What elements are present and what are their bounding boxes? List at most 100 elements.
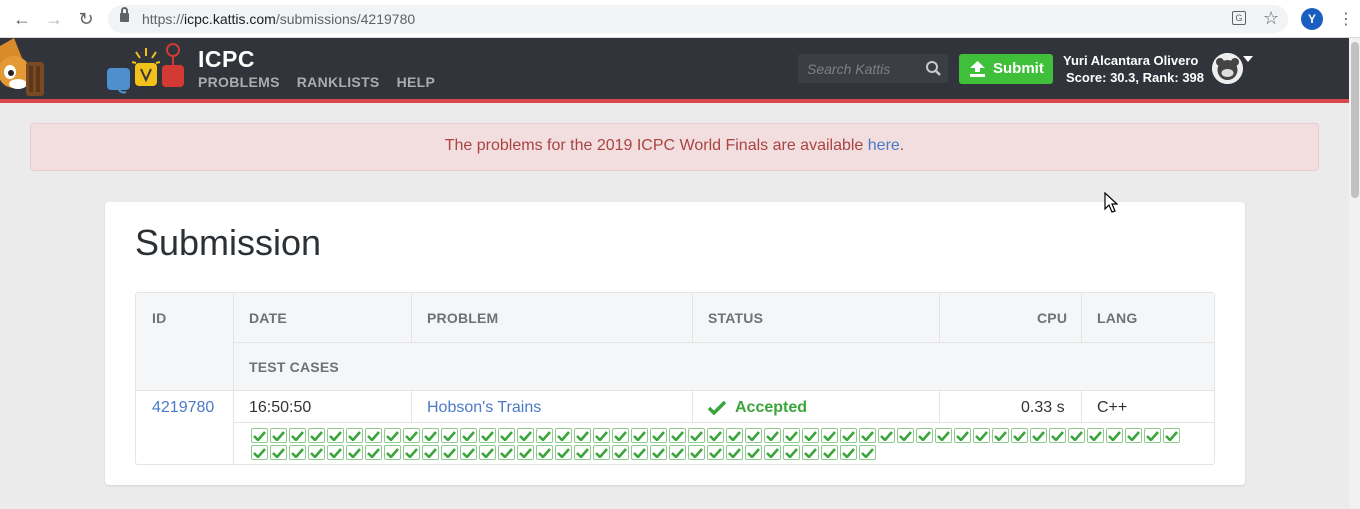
test-case-passed-icon[interactable] (365, 428, 382, 443)
test-case-passed-icon[interactable] (764, 445, 781, 460)
test-case-passed-icon[interactable] (479, 445, 496, 460)
test-case-passed-icon[interactable] (270, 428, 287, 443)
user-name[interactable]: Yuri Alcantara Olivero (1063, 53, 1198, 68)
test-case-passed-icon[interactable] (840, 445, 857, 460)
nav-ranklists[interactable]: RANKLISTS (297, 74, 380, 90)
col-header-lang[interactable]: LANG (1097, 310, 1137, 326)
test-case-passed-icon[interactable] (707, 445, 724, 460)
test-case-passed-icon[interactable] (840, 428, 857, 443)
col-header-id[interactable]: ID (152, 310, 166, 326)
test-case-passed-icon[interactable] (1087, 428, 1104, 443)
bookmark-star-icon[interactable]: ☆ (1263, 8, 1279, 29)
test-case-passed-icon[interactable] (574, 428, 591, 443)
reload-icon[interactable]: ↻ (76, 9, 96, 29)
test-case-passed-icon[interactable] (555, 428, 572, 443)
test-case-passed-icon[interactable] (346, 445, 363, 460)
test-case-passed-icon[interactable] (384, 445, 401, 460)
test-case-passed-icon[interactable] (536, 445, 553, 460)
test-case-passed-icon[interactable] (441, 445, 458, 460)
test-case-passed-icon[interactable] (1049, 428, 1066, 443)
test-case-passed-icon[interactable] (669, 445, 686, 460)
search-input[interactable]: Search Kattis (798, 54, 948, 83)
test-case-passed-icon[interactable] (593, 428, 610, 443)
test-case-passed-icon[interactable] (1125, 428, 1142, 443)
alert-link[interactable]: here (868, 137, 900, 154)
test-case-passed-icon[interactable] (935, 428, 952, 443)
test-case-passed-icon[interactable] (1030, 428, 1047, 443)
test-case-passed-icon[interactable] (631, 428, 648, 443)
test-case-passed-icon[interactable] (365, 445, 382, 460)
test-case-passed-icon[interactable] (688, 428, 705, 443)
test-case-passed-icon[interactable] (650, 445, 667, 460)
test-case-passed-icon[interactable] (897, 428, 914, 443)
test-case-passed-icon[interactable] (859, 445, 876, 460)
test-case-passed-icon[interactable] (745, 445, 762, 460)
user-menu-caret-icon[interactable] (1243, 56, 1253, 62)
browser-menu-icon[interactable]: ⋮ (1338, 9, 1354, 29)
scrollbar-thumb[interactable] (1351, 42, 1359, 198)
nav-help[interactable]: HELP (397, 74, 436, 90)
test-case-passed-icon[interactable] (669, 428, 686, 443)
test-case-passed-icon[interactable] (460, 445, 477, 460)
test-case-passed-icon[interactable] (403, 428, 420, 443)
test-case-passed-icon[interactable] (954, 428, 971, 443)
test-case-passed-icon[interactable] (422, 428, 439, 443)
brand-title[interactable]: ICPC (198, 46, 255, 73)
test-case-passed-icon[interactable] (308, 445, 325, 460)
test-case-passed-icon[interactable] (403, 445, 420, 460)
test-case-passed-icon[interactable] (1106, 428, 1123, 443)
test-case-passed-icon[interactable] (308, 428, 325, 443)
forward-icon[interactable]: → (44, 9, 64, 29)
test-case-passed-icon[interactable] (802, 428, 819, 443)
profile-avatar[interactable]: Y (1301, 8, 1323, 30)
test-case-passed-icon[interactable] (992, 428, 1009, 443)
test-case-passed-icon[interactable] (327, 428, 344, 443)
test-case-passed-icon[interactable] (574, 445, 591, 460)
col-header-problem[interactable]: PROBLEM (427, 310, 498, 326)
test-case-passed-icon[interactable] (289, 445, 306, 460)
test-case-passed-icon[interactable] (384, 428, 401, 443)
test-case-passed-icon[interactable] (612, 445, 629, 460)
test-case-passed-icon[interactable] (973, 428, 990, 443)
test-case-passed-icon[interactable] (289, 428, 306, 443)
translate-icon[interactable]: G (1232, 11, 1246, 25)
test-case-passed-icon[interactable] (270, 445, 287, 460)
test-case-passed-icon[interactable] (878, 428, 895, 443)
test-case-passed-icon[interactable] (726, 428, 743, 443)
test-case-passed-icon[interactable] (251, 428, 268, 443)
test-case-passed-icon[interactable] (631, 445, 648, 460)
test-case-passed-icon[interactable] (726, 445, 743, 460)
test-case-passed-icon[interactable] (536, 428, 553, 443)
address-bar[interactable]: https://icpc.kattis.com/submissions/4219… (108, 5, 1288, 33)
test-case-passed-icon[interactable] (593, 445, 610, 460)
test-case-passed-icon[interactable] (821, 445, 838, 460)
test-case-passed-icon[interactable] (498, 445, 515, 460)
test-case-passed-icon[interactable] (1011, 428, 1028, 443)
test-case-passed-icon[interactable] (1068, 428, 1085, 443)
test-case-passed-icon[interactable] (783, 445, 800, 460)
test-case-passed-icon[interactable] (783, 428, 800, 443)
test-case-passed-icon[interactable] (251, 445, 268, 460)
submit-button[interactable]: Submit (959, 54, 1053, 84)
test-case-passed-icon[interactable] (346, 428, 363, 443)
user-avatar[interactable] (1212, 53, 1243, 84)
test-case-passed-icon[interactable] (1163, 428, 1180, 443)
test-case-passed-icon[interactable] (707, 428, 724, 443)
back-icon[interactable]: ← (12, 9, 32, 29)
test-case-passed-icon[interactable] (821, 428, 838, 443)
test-case-passed-icon[interactable] (859, 428, 876, 443)
test-case-passed-icon[interactable] (1144, 428, 1161, 443)
submission-id-link[interactable]: 4219780 (152, 399, 214, 417)
test-case-passed-icon[interactable] (688, 445, 705, 460)
test-case-passed-icon[interactable] (650, 428, 667, 443)
test-case-passed-icon[interactable] (460, 428, 477, 443)
test-case-passed-icon[interactable] (916, 428, 933, 443)
test-case-passed-icon[interactable] (555, 445, 572, 460)
problem-link[interactable]: Hobson's Trains (427, 399, 541, 417)
col-header-date[interactable]: DATE (249, 310, 287, 326)
test-case-passed-icon[interactable] (441, 428, 458, 443)
test-case-passed-icon[interactable] (764, 428, 781, 443)
search-icon[interactable] (925, 60, 942, 77)
col-header-status[interactable]: STATUS (708, 310, 763, 326)
test-case-passed-icon[interactable] (612, 428, 629, 443)
